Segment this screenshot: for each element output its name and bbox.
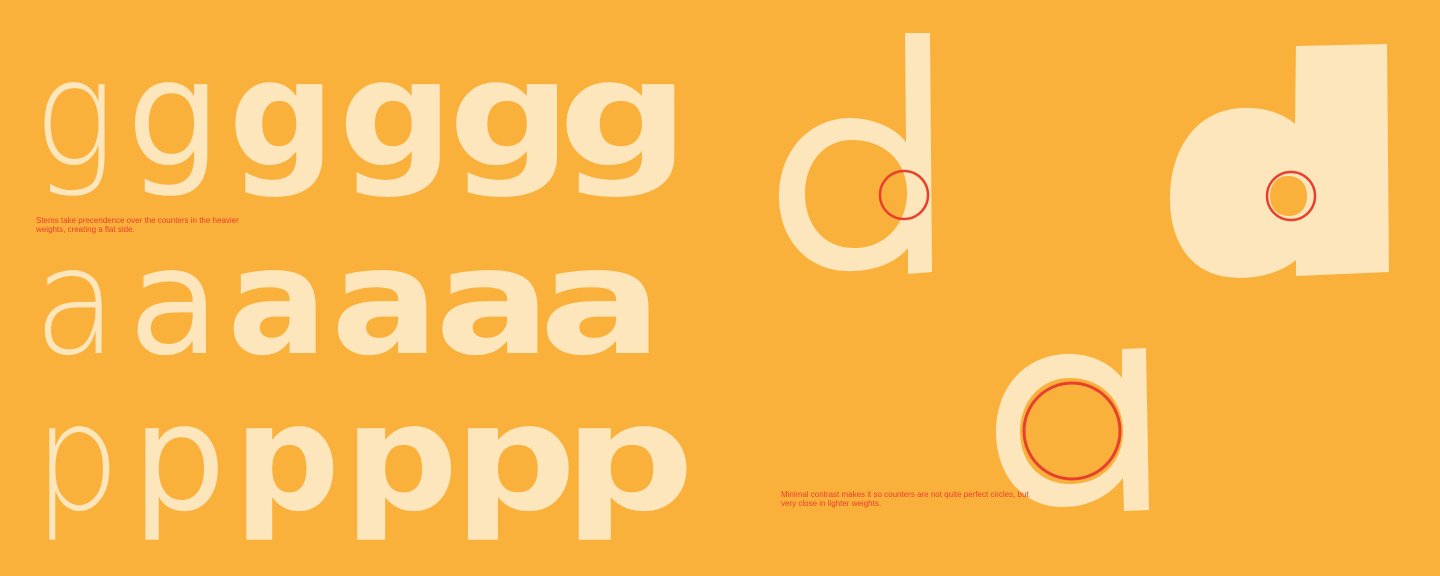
light-d-glyph xyxy=(778,33,932,274)
light-a-glyph xyxy=(996,348,1149,511)
letter-illustrations xyxy=(778,33,1389,511)
heavy-d-glyph xyxy=(1169,44,1389,278)
note-contrast: Minimal contrast makes it so counters ar… xyxy=(781,490,1029,508)
light-a-counter-circle xyxy=(1022,381,1122,481)
